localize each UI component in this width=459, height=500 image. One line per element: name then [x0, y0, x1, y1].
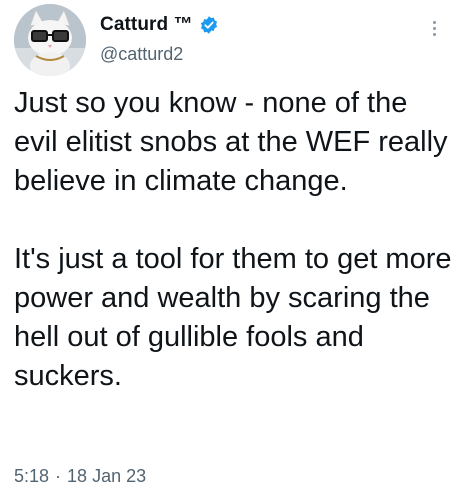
timestamp-separator: ·	[55, 466, 62, 486]
tweet-text: Just so you know - none of the evil elit…	[14, 87, 452, 392]
more-vertical-icon[interactable]	[424, 16, 444, 40]
author-name-row: Catturd ™	[100, 12, 219, 38]
tweet-timestamp: 5:18 · 18 Jan 23	[14, 466, 146, 487]
tweet-card: Catturd ™ @catturd2 Just so you know - n…	[0, 0, 459, 500]
tweet-header: Catturd ™ @catturd2	[14, 4, 444, 76]
cat-avatar-icon	[14, 4, 86, 76]
tweet-date-link[interactable]: 18 Jan 23	[67, 466, 146, 487]
author-handle[interactable]: @catturd2	[100, 44, 183, 65]
author-display-name[interactable]: Catturd ™	[100, 14, 193, 36]
verified-badge-icon	[200, 16, 217, 34]
avatar[interactable]	[14, 4, 86, 76]
tweet-time-link[interactable]: 5:18	[14, 466, 49, 487]
